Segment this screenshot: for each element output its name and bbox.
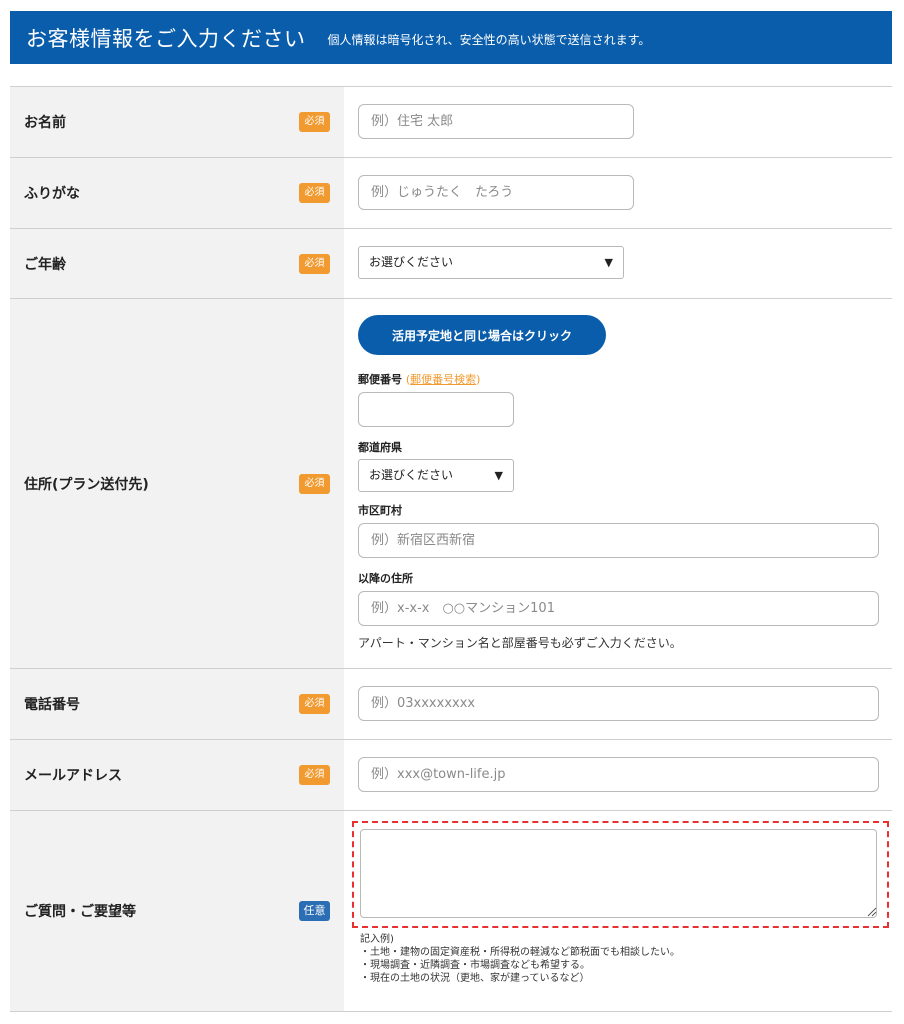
age-selected-value: お選びください (369, 255, 454, 269)
required-badge: 必須 (299, 694, 330, 714)
required-badge: 必須 (299, 253, 330, 274)
triangle-down-icon: ▼ (604, 256, 613, 269)
required-badge: 必須 (299, 765, 330, 785)
prefecture-label: 都道府県 (358, 441, 402, 454)
prefecture-select[interactable]: お選びください ▼ (358, 459, 514, 492)
city-input[interactable] (358, 523, 879, 558)
zip-input[interactable] (358, 392, 514, 427)
label-cell: メールアドレス 必須 (10, 740, 344, 810)
label-cell: 住所(プラン送付先) 必須 (10, 299, 344, 668)
age-label: ご年齢 (24, 256, 66, 273)
phone-label: 電話番号 (24, 697, 80, 713)
triangle-down-icon: ▼ (494, 469, 503, 482)
label-cell: 電話番号 必須 (10, 669, 344, 739)
required-badge: 必須 (299, 183, 330, 203)
label-cell: お名前 必須 (10, 87, 344, 157)
questions-example: 記入例) ・土地・建物の固定資産税・所得税の軽減など節税面でも相談したい。 ・現… (360, 933, 880, 985)
form-header: お客様情報をご入力ください 個人情報は暗号化され、安全性の高い状態で送信されます… (10, 11, 892, 64)
label-cell: ふりがな 必須 (10, 158, 344, 228)
rest-address-input[interactable] (358, 591, 879, 626)
example-title: 記入例) (360, 934, 394, 945)
name-label: お名前 (24, 115, 66, 131)
prefecture-selected-value: お選びください (369, 468, 454, 482)
questions-highlight (352, 821, 889, 928)
email-input[interactable] (358, 757, 879, 792)
questions-textarea[interactable] (360, 829, 877, 918)
zip-label: 郵便番号 (358, 373, 402, 386)
optional-badge: 任意 (299, 901, 330, 921)
furigana-input[interactable] (358, 175, 634, 210)
zip-label-group: 郵便番号 (郵便番号検索) (358, 371, 480, 387)
age-select[interactable]: お選びください ▼ (358, 246, 624, 279)
address-label: 住所(プラン送付先) (24, 476, 149, 493)
example-line: ・現在の土地の状況（更地、家が建っているなど） (360, 973, 590, 984)
rest-address-label: 以降の住所 (358, 572, 413, 585)
label-cell: ご年齢 必須 (10, 229, 344, 298)
same-as-site-button[interactable]: 活用予定地と同じ場合はクリック (358, 315, 606, 355)
form-title: お客様情報をご入力ください (26, 26, 306, 51)
email-label: メールアドレス (24, 768, 122, 784)
furigana-label: ふりがな (24, 186, 80, 202)
phone-input[interactable] (358, 686, 879, 721)
required-badge: 必須 (299, 473, 330, 494)
questions-label: ご質問・ご要望等 (24, 904, 136, 920)
example-line: ・土地・建物の固定資産税・所得税の軽減など節税面でも相談したい。 (360, 947, 680, 958)
security-note: 個人情報は暗号化され、安全性の高い状態で送信されます。 (327, 33, 651, 47)
resize-grip-icon[interactable] (867, 907, 877, 917)
required-badge: 必須 (299, 112, 330, 132)
zip-paren-close: ) (476, 373, 481, 386)
zip-search-link[interactable]: 郵便番号検索 (410, 373, 476, 386)
label-cell: ご質問・ご要望等 任意 (10, 811, 344, 1011)
example-line: ・現場調査・近隣調査・市場調査なども希望する。 (360, 960, 590, 971)
name-input[interactable] (358, 104, 634, 139)
rest-address-hint: アパート・マンション名と部屋番号も必ずご入力ください。 (358, 636, 682, 650)
city-label: 市区町村 (358, 504, 402, 517)
customer-info-form: お客様情報をご入力ください 個人情報は暗号化され、安全性の高い状態で送信されます… (0, 0, 904, 1024)
